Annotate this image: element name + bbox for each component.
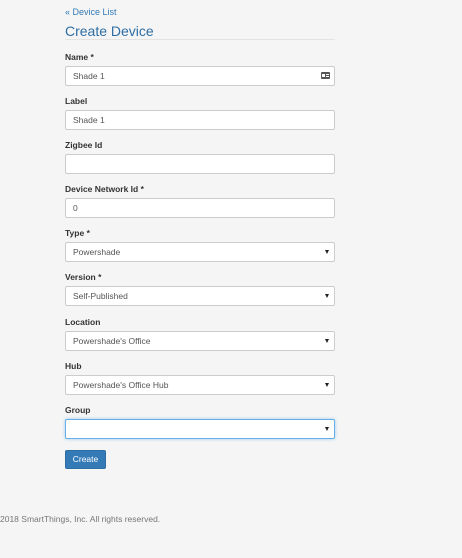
name-field-group: Name * Shade 1 <box>65 52 335 86</box>
location-label: Location <box>65 317 101 327</box>
type-label: Type * <box>65 228 90 238</box>
label-field-group: Label Shade 1 <box>65 96 335 130</box>
version-select-value: Self-Published <box>73 291 128 301</box>
device-list-back-link[interactable]: « Device List <box>65 7 117 17</box>
label-input-value: Shade 1 <box>73 115 105 125</box>
group-select[interactable] <box>65 419 335 439</box>
type-select-value: Powershade <box>73 247 121 257</box>
hub-field-group: Hub Powershade's Office Hub <box>65 361 335 395</box>
version-select[interactable]: Self-Published <box>65 286 335 306</box>
type-select[interactable]: Powershade <box>65 242 335 262</box>
page-title: Create Device <box>65 23 154 39</box>
group-label: Group <box>65 405 91 415</box>
hub-select-value: Powershade's Office Hub <box>73 380 169 390</box>
zigbee-id-label: Zigbee Id <box>65 140 103 150</box>
caret-down-icon <box>325 250 329 254</box>
name-label: Name * <box>65 52 94 62</box>
group-field-group: Group <box>65 405 335 439</box>
device-network-id-label: Device Network Id * <box>65 184 144 194</box>
caret-down-icon <box>325 294 329 298</box>
hub-label: Hub <box>65 361 82 371</box>
title-divider <box>65 39 335 40</box>
name-input[interactable]: Shade 1 <box>65 66 335 86</box>
device-network-id-input-value: 0 <box>73 203 78 213</box>
device-network-id-field-group: Device Network Id * 0 <box>65 184 335 218</box>
type-field-group: Type * Powershade <box>65 228 335 262</box>
footer-copyright: 2018 SmartThings, Inc. All rights reserv… <box>0 514 161 524</box>
contact-card-icon <box>321 72 330 79</box>
location-select[interactable]: Powershade's Office <box>65 331 335 351</box>
caret-down-icon <box>325 427 329 431</box>
location-field-group: Location Powershade's Office <box>65 317 335 351</box>
create-button[interactable]: Create <box>65 450 106 469</box>
label-label: Label <box>65 96 88 106</box>
hub-select[interactable]: Powershade's Office Hub <box>65 375 335 395</box>
name-input-value: Shade 1 <box>73 71 105 81</box>
version-field-group: Version * Self-Published <box>65 272 335 306</box>
zigbee-id-field-group: Zigbee Id <box>65 140 335 174</box>
caret-down-icon <box>325 339 329 343</box>
location-select-value: Powershade's Office <box>73 336 151 346</box>
caret-down-icon <box>325 383 329 387</box>
zigbee-id-input[interactable] <box>65 154 335 174</box>
label-input[interactable]: Shade 1 <box>65 110 335 130</box>
device-network-id-input[interactable]: 0 <box>65 198 335 218</box>
version-label: Version * <box>65 272 102 282</box>
